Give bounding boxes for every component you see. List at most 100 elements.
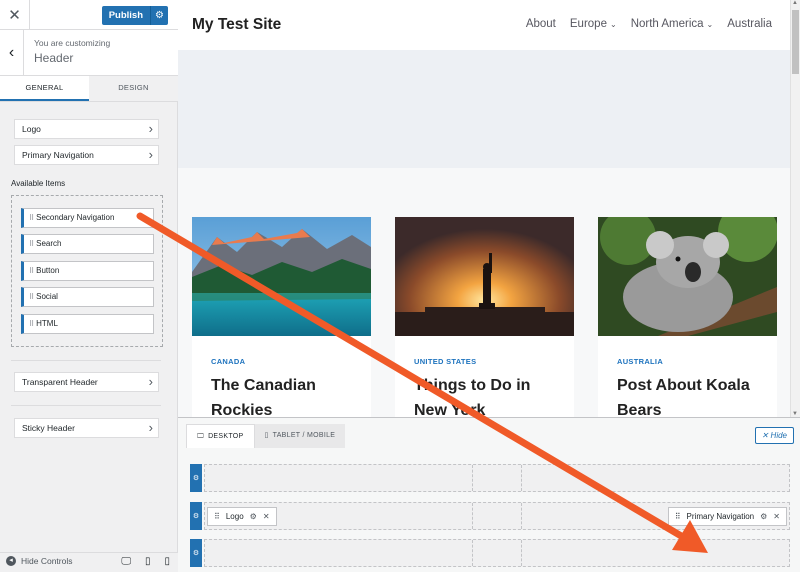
publish-button[interactable]: Publish <box>101 6 150 25</box>
post-image-koala[interactable] <box>598 217 777 336</box>
builder-tabs: 🖵 DESKTOP ▯ TABLET / MOBILE <box>186 424 346 448</box>
nav-item-about[interactable]: About <box>526 18 556 30</box>
desktop-icon[interactable]: 🖵 <box>121 556 131 567</box>
builder-row-bottom: ⚙ <box>190 539 790 567</box>
post-card-canada[interactable]: CANADA The Canadian Rockies <box>192 217 371 417</box>
gear-icon[interactable]: ⚙ <box>760 508 767 525</box>
drag-handle-icon[interactable]: ⠿ <box>29 215 34 222</box>
scroll-thumb[interactable] <box>792 10 799 74</box>
chip-label: Primary Navigation <box>686 512 755 521</box>
tab-tablet-mobile[interactable]: ▯ TABLET / MOBILE <box>254 424 346 448</box>
builder-row-main: ⚙ ⠿ Logo ⚙ ✕ ⠿ Primary Navigation ⚙ ✕ <box>190 502 790 530</box>
row-drop-zone[interactable] <box>204 539 790 567</box>
sidebar-topbar: ✕ Publish ⚙ <box>0 0 178 30</box>
divider <box>11 360 161 361</box>
column-divider <box>472 540 473 566</box>
builder-item-primary-navigation[interactable]: ⠿ Primary Navigation ⚙ ✕ <box>667 507 787 526</box>
mobile-icon[interactable]: ▯ <box>164 556 170 567</box>
hide-builder-button[interactable]: ✕ Hide <box>754 427 794 444</box>
nav-item-north-america[interactable]: North America ⌄ <box>631 18 714 30</box>
available-item-search[interactable]: ⠿ Search <box>21 234 154 254</box>
preview-scrollbar[interactable]: ▲ ▼ <box>790 0 800 417</box>
header-builder-panel: 🖵 DESKTOP ▯ TABLET / MOBILE ✕ Hide ⚙ ⚙ ⠿ L… <box>178 417 800 572</box>
site-title[interactable]: My Test Site <box>192 16 281 34</box>
scroll-up-icon[interactable]: ▲ <box>792 0 798 6</box>
section-header: ‹ You are customizing Header <box>0 30 178 76</box>
available-item-html[interactable]: ⠿ HTML <box>21 314 154 334</box>
nav-label: Australia <box>727 18 772 30</box>
section-title: Header <box>34 51 74 65</box>
tab-desktop[interactable]: 🖵 DESKTOP <box>186 424 255 448</box>
drag-handle-icon[interactable]: ⠿ <box>29 321 34 328</box>
sidebar-item-logo[interactable]: Logo › <box>14 119 159 139</box>
post-card-australia[interactable]: AUSTRALIA Post About Koala Bears <box>598 217 777 417</box>
column-divider <box>521 503 522 529</box>
tab-label: TABLET / MOBILE <box>272 432 336 439</box>
nav-label: Europe <box>569 18 607 30</box>
chevron-right-icon: › <box>148 374 153 389</box>
available-item-label: Social <box>36 292 58 301</box>
available-item-button[interactable]: ⠿ Button <box>21 261 154 281</box>
row-drop-zone[interactable] <box>204 464 790 492</box>
hide-label: Hide <box>770 431 787 440</box>
publish-settings-gear-icon[interactable]: ⚙ <box>150 6 168 25</box>
gear-icon[interactable]: ⚙ <box>250 508 257 525</box>
post-category[interactable]: AUSTRALIA <box>617 357 663 366</box>
sidebar-item-sticky-header[interactable]: Sticky Header › <box>14 418 159 438</box>
sidebar-item-transparent-header[interactable]: Transparent Header › <box>14 372 159 392</box>
site-preview: My Test Site About Europe ⌄ North America… <box>178 0 800 417</box>
post-category[interactable]: UNITED STATES <box>414 357 476 366</box>
available-item-social[interactable]: ⠿ Social <box>21 287 154 307</box>
row-settings-gear-icon[interactable]: ⚙ <box>190 464 202 492</box>
nav-item-europe[interactable]: Europe ⌄ <box>570 18 617 30</box>
chip-label: Logo <box>225 512 244 521</box>
device-preview-icons: 🖵 ▯ ▯ <box>121 556 170 567</box>
post-image-statue-sunset[interactable] <box>395 217 574 336</box>
post-image-mountain-lake[interactable] <box>192 217 371 336</box>
site-navigation: About Europe ⌄ North America ⌄ Australia <box>526 18 772 30</box>
back-chevron-icon[interactable]: ‹ <box>0 30 24 76</box>
tab-design[interactable]: DESIGN <box>89 76 178 101</box>
sidebar-item-label: Primary Navigation <box>22 150 94 160</box>
divider <box>11 405 161 406</box>
available-item-secondary-navigation[interactable]: ⠿ Secondary Navigation <box>21 208 154 228</box>
sidebar-item-label: Logo <box>22 124 41 134</box>
post-category[interactable]: CANADA <box>211 357 245 366</box>
hero-area <box>178 50 790 168</box>
drag-handle-icon[interactable]: ⠿ <box>29 268 34 275</box>
column-divider <box>521 465 522 491</box>
post-title[interactable]: The Canadian Rockies <box>211 373 361 417</box>
tab-label: DESKTOP <box>208 432 244 440</box>
drag-handle-icon[interactable]: ⠿ <box>29 294 34 301</box>
row-drop-zone[interactable]: ⠿ Logo ⚙ ✕ ⠿ Primary Navigation ⚙ ✕ <box>204 502 790 530</box>
close-icon[interactable]: ✕ <box>773 508 780 525</box>
nav-label: About <box>525 18 556 30</box>
desktop-icon: 🖵 <box>197 432 205 440</box>
close-icon[interactable]: ✕ <box>0 0 30 30</box>
site-header: My Test Site About Europe ⌄ North America… <box>178 0 790 50</box>
chevron-right-icon: › <box>148 420 153 435</box>
post-card-united-states[interactable]: UNITED STATES Things to Do in New York <box>395 217 574 417</box>
customizing-label: You are customizing <box>34 38 111 48</box>
drag-handle-icon[interactable]: ⠿ <box>29 241 34 248</box>
tablet-icon[interactable]: ▯ <box>145 556 151 567</box>
chevron-right-icon: › <box>148 147 153 162</box>
nav-item-australia[interactable]: Australia <box>727 18 772 30</box>
chevron-right-icon: › <box>148 121 153 136</box>
column-divider <box>472 503 473 529</box>
builder-item-logo[interactable]: ⠿ Logo ⚙ ✕ <box>207 507 277 526</box>
row-settings-gear-icon[interactable]: ⚙ <box>190 539 202 567</box>
sidebar-item-primary-navigation[interactable]: Primary Navigation › <box>14 145 159 165</box>
row-settings-gear-icon[interactable]: ⚙ <box>190 502 202 530</box>
available-items-label: Available Items <box>11 179 66 188</box>
tablet-icon: ▯ <box>264 432 269 439</box>
hide-controls-button[interactable]: ◂ Hide Controls <box>6 556 73 566</box>
drag-handle-icon[interactable]: ⠿ <box>675 508 681 525</box>
tab-general[interactable]: GENERAL <box>0 76 89 101</box>
post-title[interactable]: Post About Koala Bears <box>617 373 767 417</box>
drag-handle-icon[interactable]: ⠿ <box>214 508 220 525</box>
chevron-down-icon: ⌄ <box>609 20 617 29</box>
post-title[interactable]: Things to Do in New York <box>414 373 564 417</box>
customizer-sidebar: ✕ Publish ⚙ ‹ You are customizing Header… <box>0 0 178 572</box>
close-icon[interactable]: ✕ <box>263 508 270 525</box>
